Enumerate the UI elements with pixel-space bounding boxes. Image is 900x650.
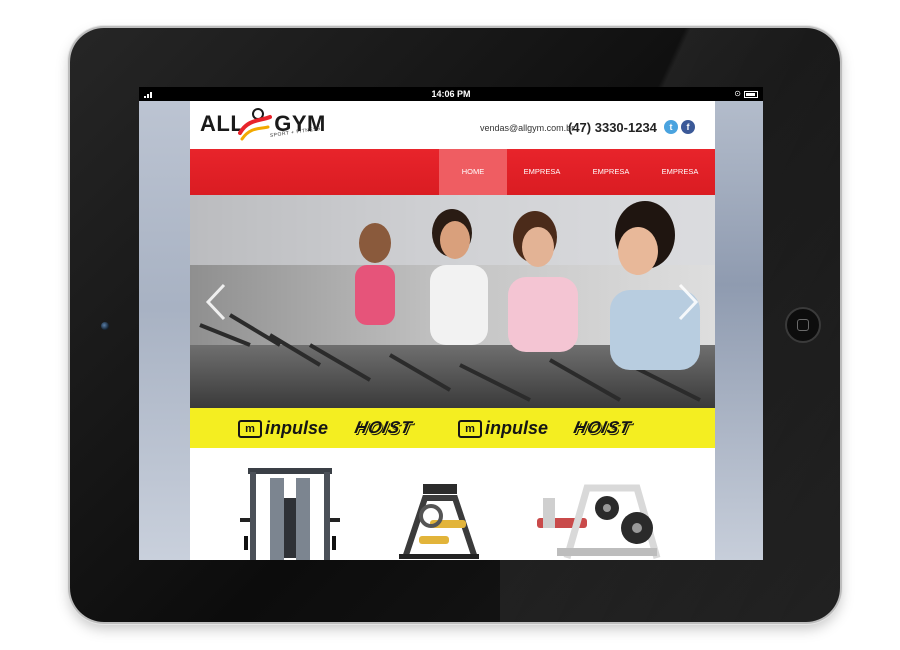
facebook-icon[interactable]: f <box>681 120 695 134</box>
home-button[interactable] <box>785 307 821 343</box>
chevron-left-icon[interactable] <box>204 285 226 319</box>
stage: 14:06 PM ⊙ ALL GYM SPORT + FITNESS venda… <box>0 0 900 650</box>
brand-hoist[interactable]: HOIST <box>352 416 414 440</box>
brand-bar: m inpulse HOIST m inpulse HOIST <box>190 408 715 448</box>
hero-slider <box>190 195 715 408</box>
status-bar: 14:06 PM ⊙ <box>139 87 763 101</box>
contact-phone: (47) 3330-1234 <box>568 120 657 135</box>
status-time: 14:06 PM <box>431 89 471 99</box>
main-nav: HOME EMPRESA EMPRESA EMPRESA <box>190 149 715 195</box>
product-image-chest-press[interactable] <box>527 458 667 560</box>
product-image-press-bench[interactable] <box>395 458 485 560</box>
logo[interactable]: ALL GYM SPORT + FITNESS <box>200 105 330 145</box>
camera-icon <box>101 322 109 330</box>
inpulse-badge: m <box>458 420 482 439</box>
page-background-right <box>715 101 763 560</box>
nav-item-empresa[interactable]: EMPRESA <box>508 149 576 195</box>
brand-inpulse[interactable]: m inpulse <box>238 416 328 440</box>
website: ALL GYM SPORT + FITNESS vendas@allgym.com… <box>190 101 715 560</box>
product-list <box>190 448 715 560</box>
page-background-left <box>139 101 190 560</box>
lock-rotation-icon: ⊙ <box>734 89 741 98</box>
nav-item-empresa[interactable]: EMPRESA <box>577 149 645 195</box>
nav-item-empresa[interactable]: EMPRESA <box>646 149 714 195</box>
brand-name: inpulse <box>485 418 549 438</box>
contact-email[interactable]: vendas@allgym.com.br <box>480 123 574 133</box>
battery-icon <box>744 91 758 98</box>
nav-item-home[interactable]: HOME <box>439 149 507 195</box>
logo-swirl-icon <box>238 108 272 141</box>
site-header: ALL GYM SPORT + FITNESS vendas@allgym.com… <box>190 101 715 149</box>
hero-image <box>190 195 715 408</box>
inpulse-badge: m <box>238 420 262 439</box>
tablet-screen: 14:06 PM ⊙ ALL GYM SPORT + FITNESS venda… <box>139 87 763 560</box>
brand-hoist[interactable]: HOIST <box>571 416 633 440</box>
brand-name: inpulse <box>265 418 329 438</box>
twitter-icon[interactable]: t <box>664 120 678 134</box>
chevron-right-icon[interactable] <box>678 285 700 319</box>
home-square-icon <box>797 319 809 331</box>
brand-inpulse[interactable]: m inpulse <box>458 416 548 440</box>
product-image-cable-machine[interactable] <box>240 458 340 560</box>
